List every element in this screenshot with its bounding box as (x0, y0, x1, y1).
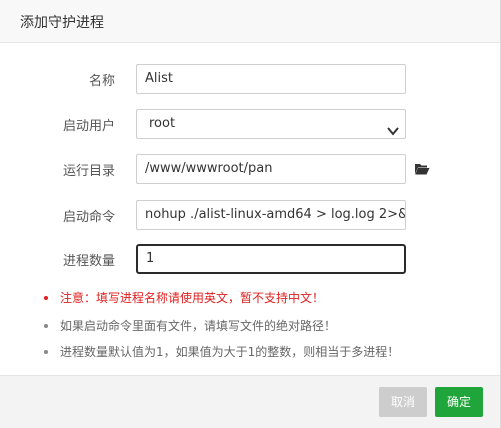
cancel-button[interactable]: 取消 (379, 387, 427, 417)
name-row: 名称 Alist (0, 64, 500, 94)
note-item: 注意：填写进程名称请使用英文，暂不支持中文！ (44, 289, 324, 306)
name-label: 名称 (88, 74, 115, 89)
cmd-label: 启动命令 (62, 210, 115, 225)
dir-row: 运行目录 /www/wwwroot/pan (0, 154, 500, 184)
folder-open-icon[interactable] (414, 161, 430, 180)
bullet-icon (44, 295, 48, 300)
cmd-input[interactable]: nohup ./alist-linux-amd64 > log.log 2>&1… (136, 200, 406, 230)
add-daemon-dialog: 添加守护进程 名称 Alist 启动用户 root 运行目录 /www/wwwr… (0, 0, 501, 428)
chevron-down-icon (387, 119, 399, 138)
user-select[interactable]: root (136, 109, 406, 139)
bullet-icon (44, 323, 48, 328)
count-input[interactable]: 1 (136, 244, 406, 274)
dialog-header: 添加守护进程 (0, 0, 500, 43)
user-select-value: root (149, 116, 176, 131)
dialog-title: 添加守护进程 (20, 15, 104, 31)
dir-label: 运行目录 (62, 164, 115, 179)
dialog-footer: 取消 确定 (0, 375, 500, 428)
user-label: 启动用户 (62, 119, 115, 134)
confirm-button[interactable]: 确定 (435, 387, 483, 417)
note-item: 如果启动命令里面有文件，请填写文件的绝对路径！ (44, 317, 336, 334)
count-row: 进程数量 1 (0, 244, 500, 274)
dir-input[interactable]: /www/wwwroot/pan (136, 154, 406, 184)
count-label: 进程数量 (62, 254, 115, 269)
user-row: 启动用户 root (0, 109, 500, 139)
name-input[interactable]: Alist (136, 64, 406, 94)
cmd-row: 启动命令 nohup ./alist-linux-amd64 > log.log… (0, 200, 500, 230)
note-item: 进程数量默认值为1，如果值为大于1的整数，则相当于多进程！ (44, 343, 399, 360)
bullet-icon (44, 349, 48, 354)
